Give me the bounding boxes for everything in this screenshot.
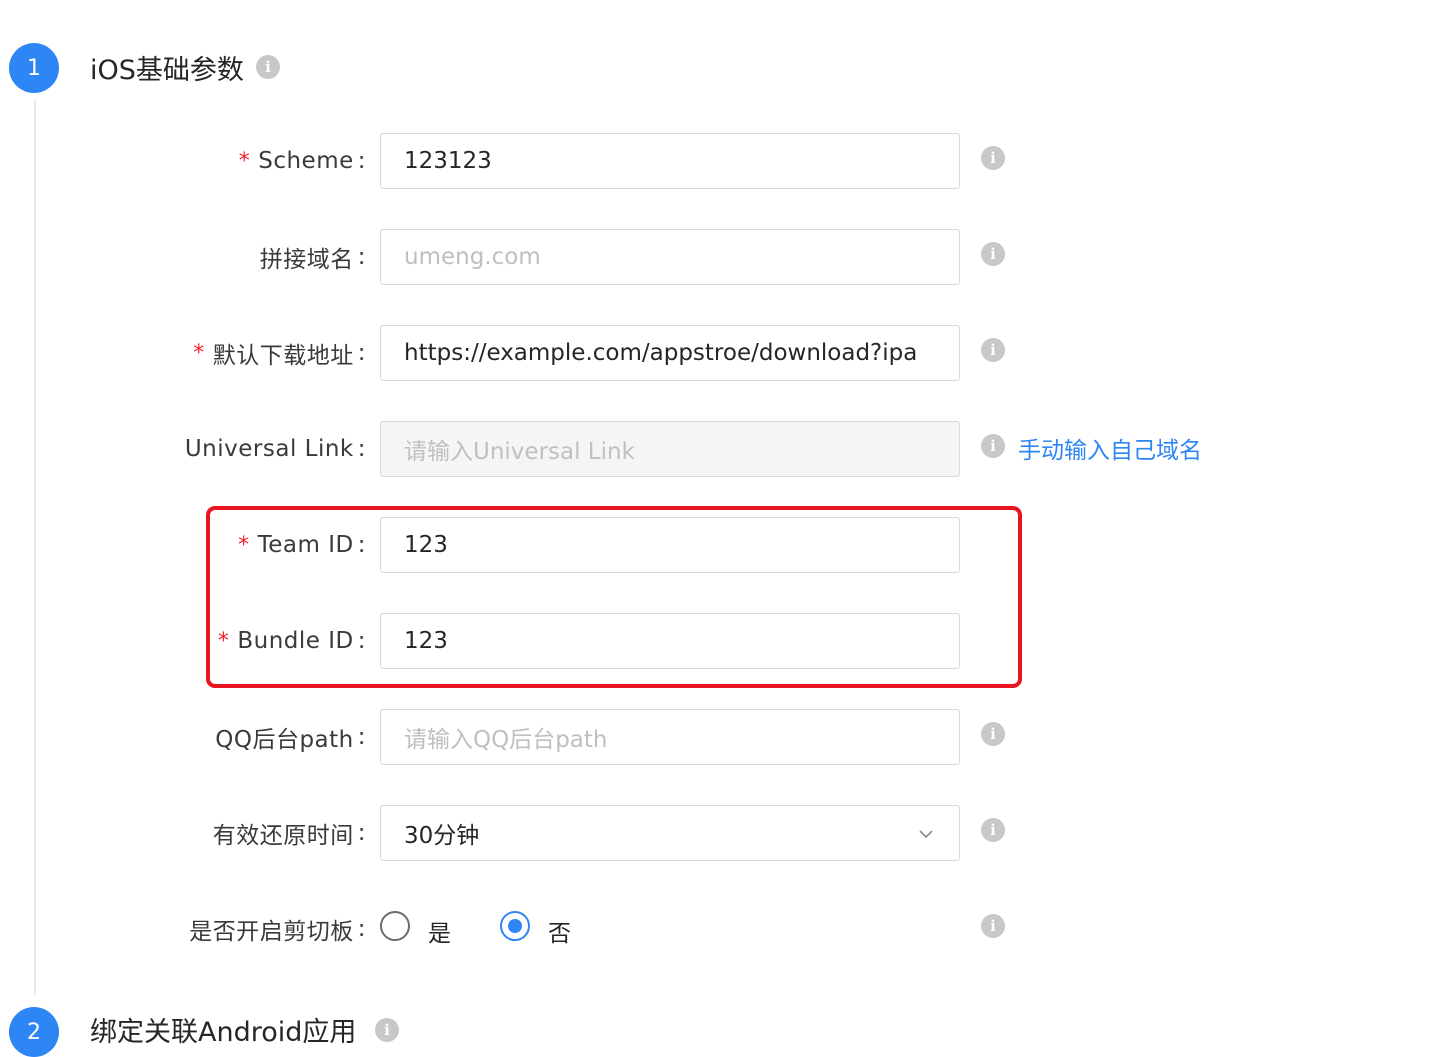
step-2-title: 绑定关联Android应用 <box>90 1017 357 1048</box>
step-1-title: iOS基础参数 <box>90 55 244 86</box>
clipboard-yes-radio[interactable] <box>380 911 410 941</box>
step-connector-line <box>34 100 36 995</box>
step-2-indicator: 2 <box>9 1007 59 1057</box>
domain-input[interactable]: umeng.com <box>380 229 960 285</box>
domain-label: 拼接域名: <box>259 244 366 273</box>
qq-path-input[interactable]: 请输入QQ后台path <box>380 709 960 765</box>
chevron-down-icon <box>919 830 933 839</box>
qq-path-label: QQ后台path: <box>215 724 366 753</box>
required-mark: * <box>238 148 251 174</box>
scheme-label: * Scheme: <box>238 148 366 174</box>
manual-domain-link[interactable]: 手动输入自己域名 <box>1018 431 1202 465</box>
scheme-info-icon[interactable]: i <box>981 146 1005 170</box>
clipboard-no-label[interactable]: 否 <box>548 914 571 948</box>
qq-path-info-icon[interactable]: i <box>981 722 1005 746</box>
info-icon[interactable]: i <box>256 55 280 79</box>
highlight-annotation-box <box>206 506 1022 688</box>
universal-link-label: Universal Link: <box>184 436 366 462</box>
restore-time-label: 有效还原时间: <box>212 820 366 849</box>
scheme-input[interactable]: 123123 <box>380 133 960 189</box>
step-1-indicator: 1 <box>9 43 59 93</box>
download-url-info-icon[interactable]: i <box>981 338 1005 362</box>
clipboard-info-icon[interactable]: i <box>981 914 1005 938</box>
restore-time-info-icon[interactable]: i <box>981 818 1005 842</box>
info-icon[interactable]: i <box>375 1018 399 1042</box>
clipboard-yes-label[interactable]: 是 <box>428 914 451 948</box>
domain-info-icon[interactable]: i <box>981 242 1005 266</box>
download-url-label: * 默认下载地址: <box>193 340 366 369</box>
restore-time-select[interactable]: 30分钟 <box>380 805 960 861</box>
required-mark: * <box>193 340 205 366</box>
download-url-input[interactable]: https://example.com/appstroe/download?ip… <box>380 325 960 381</box>
universal-link-info-icon[interactable]: i <box>981 434 1005 458</box>
clipboard-no-radio[interactable] <box>500 911 530 941</box>
universal-link-input: 请输入Universal Link <box>380 421 960 477</box>
clipboard-label: 是否开启剪切板: <box>189 916 366 945</box>
